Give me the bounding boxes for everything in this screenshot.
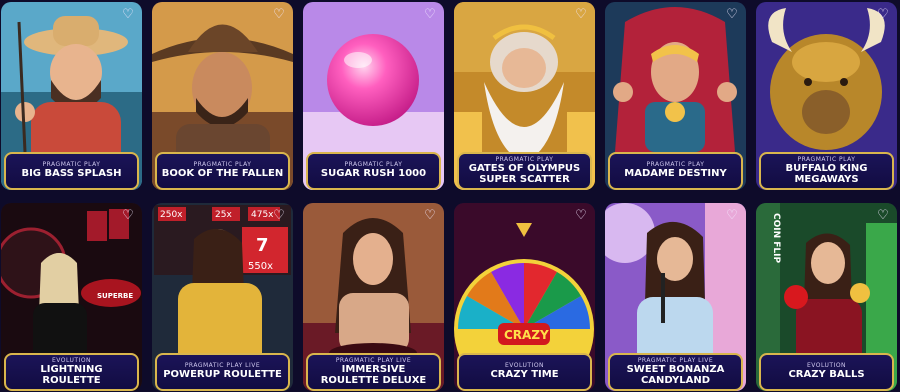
game-title-plate: EVOLUTION CRAZY BALLS [759, 353, 894, 391]
provider-label: PRAGMATIC PLAY LIVE [184, 362, 261, 369]
provider-label: PRAGMATIC PLAY [646, 161, 705, 168]
game-title-plate: PRAGMATIC PLAY LIVE SWEET BONANZA CANDYL… [608, 353, 743, 391]
favorite-heart-icon[interactable]: ♡ [121, 209, 135, 223]
favorite-heart-icon[interactable]: ♡ [574, 8, 588, 22]
multiplier-2: 25x [215, 210, 232, 220]
game-card-sugar-rush-1000[interactable]: ♡ PRAGMATIC PLAY SUGAR RUSH 1000 [303, 2, 444, 190]
game-title-plate: PRAGMATIC PLAY LIVE POWERUP ROULETTE [155, 353, 290, 391]
game-card-buffalo-king-megaways[interactable]: ♡ PRAGMATIC PLAY BUFFALO KING MEGAWAYS [756, 2, 897, 190]
game-title-plate: PRAGMATIC PLAY MADAME DESTINY [608, 152, 743, 190]
game-card-madame-destiny[interactable]: ♡ PRAGMATIC PLAY MADAME DESTINY [605, 2, 746, 190]
game-card-immersive-roulette-deluxe[interactable]: ♡ PRAGMATIC PLAY LIVE IMMERSIVE ROULETTE… [303, 203, 444, 391]
game-title-plate: PRAGMATIC PLAY GATES OF OLYMPUS SUPER SC… [457, 152, 592, 190]
game-card-gates-of-olympus-super-scatter[interactable]: ♡ PRAGMATIC PLAY GATES OF OLYMPUS SUPER … [454, 2, 595, 190]
game-title: SUGAR RUSH 1000 [320, 168, 427, 179]
favorite-heart-icon[interactable]: ♡ [121, 8, 135, 22]
multiplier-3: 475x [251, 210, 274, 220]
favorite-heart-icon[interactable]: ♡ [725, 209, 739, 223]
provider-label: PRAGMATIC PLAY [344, 161, 403, 168]
game-card-lightning-roulette[interactable]: SUPERBE ♡ EVOLUTION LIGHTNING ROULETTE [1, 203, 142, 391]
favorite-heart-icon[interactable]: ♡ [423, 209, 437, 223]
game-card-book-of-the-fallen[interactable]: ♡ PRAGMATIC PLAY BOOK OF THE FALLEN [152, 2, 293, 190]
favorite-heart-icon[interactable]: ♡ [725, 8, 739, 22]
game-title: LIGHTNING ROULETTE [40, 363, 103, 386]
lightning-sign: SUPERBE [97, 292, 133, 300]
game-title-plate: PRAGMATIC PLAY BUFFALO KING MEGAWAYS [759, 152, 894, 190]
favorite-heart-icon[interactable]: ♡ [272, 8, 286, 22]
game-title: POWERUP ROULETTE [163, 369, 282, 380]
provider-label: PRAGMATIC PLAY [193, 161, 252, 168]
game-title: IMMERSIVE ROULETTE DELUXE [320, 363, 427, 386]
game-card-crazy-balls[interactable]: COIN FLIP ♡ EVOLUTION CRAZY BALLS [756, 203, 897, 391]
game-card-sweet-bonanza-candyland[interactable]: ♡ PRAGMATIC PLAY LIVE SWEET BONANZA CAND… [605, 203, 746, 391]
provider-label: PRAGMATIC PLAY LIVE [335, 356, 412, 364]
favorite-heart-icon[interactable]: ♡ [423, 8, 437, 22]
crazy-time-logo: CRAZY [504, 328, 549, 342]
game-title: CRAZY BALLS [788, 369, 865, 380]
game-title: BIG BASS SPLASH [21, 168, 122, 179]
game-title-plate: PRAGMATIC PLAY SUGAR RUSH 1000 [306, 152, 441, 190]
favorite-heart-icon[interactable]: ♡ [876, 8, 890, 22]
game-title: BOOK OF THE FALLEN [161, 168, 284, 179]
game-title-plate: PRAGMATIC PLAY BIG BASS SPLASH [4, 152, 139, 190]
provider-label: EVOLUTION [504, 362, 545, 369]
game-title: CRAZY TIME [490, 369, 559, 380]
coin-flip-sign: COIN FLIP [771, 213, 781, 264]
game-title-plate: PRAGMATIC PLAY BOOK OF THE FALLEN [155, 152, 290, 190]
provider-label: EVOLUTION [806, 362, 847, 369]
provider-label: PRAGMATIC PLAY [797, 155, 856, 163]
game-card-crazy-time[interactable]: CRAZY ♡ EVOLUTION CRAZY TIME [454, 203, 595, 391]
multiplier-5: 550x [248, 261, 273, 272]
game-grid: ♡ PRAGMATIC PLAY BIG BASS SPLASH ♡ PRAGM… [0, 0, 900, 392]
game-title-plate: PRAGMATIC PLAY LIVE IMMERSIVE ROULETTE D… [306, 353, 441, 391]
multiplier-1: 250x [160, 210, 183, 220]
favorite-heart-icon[interactable]: ♡ [574, 209, 588, 223]
game-title: MADAME DESTINY [624, 168, 727, 179]
favorite-heart-icon[interactable]: ♡ [876, 209, 890, 223]
multiplier-4: 7 [256, 235, 269, 256]
game-title: GATES OF OLYMPUS SUPER SCATTER [468, 162, 581, 185]
provider-label: EVOLUTION [51, 356, 92, 364]
provider-label: PRAGMATIC PLAY LIVE [637, 356, 714, 364]
game-title: SWEET BONANZA CANDYLAND [626, 363, 725, 386]
game-title-plate: EVOLUTION LIGHTNING ROULETTE [4, 353, 139, 391]
game-card-big-bass-splash[interactable]: ♡ PRAGMATIC PLAY BIG BASS SPLASH [1, 2, 142, 190]
game-title-plate: EVOLUTION CRAZY TIME [457, 353, 592, 391]
game-card-powerup-roulette[interactable]: 250x 25x 475x 7 550x ♡ PRAGMATIC PLAY LI… [152, 203, 293, 391]
provider-label: PRAGMATIC PLAY [495, 155, 554, 163]
favorite-heart-icon[interactable]: ♡ [272, 209, 286, 223]
game-title: BUFFALO KING MEGAWAYS [785, 162, 868, 185]
provider-label: PRAGMATIC PLAY [42, 161, 101, 168]
